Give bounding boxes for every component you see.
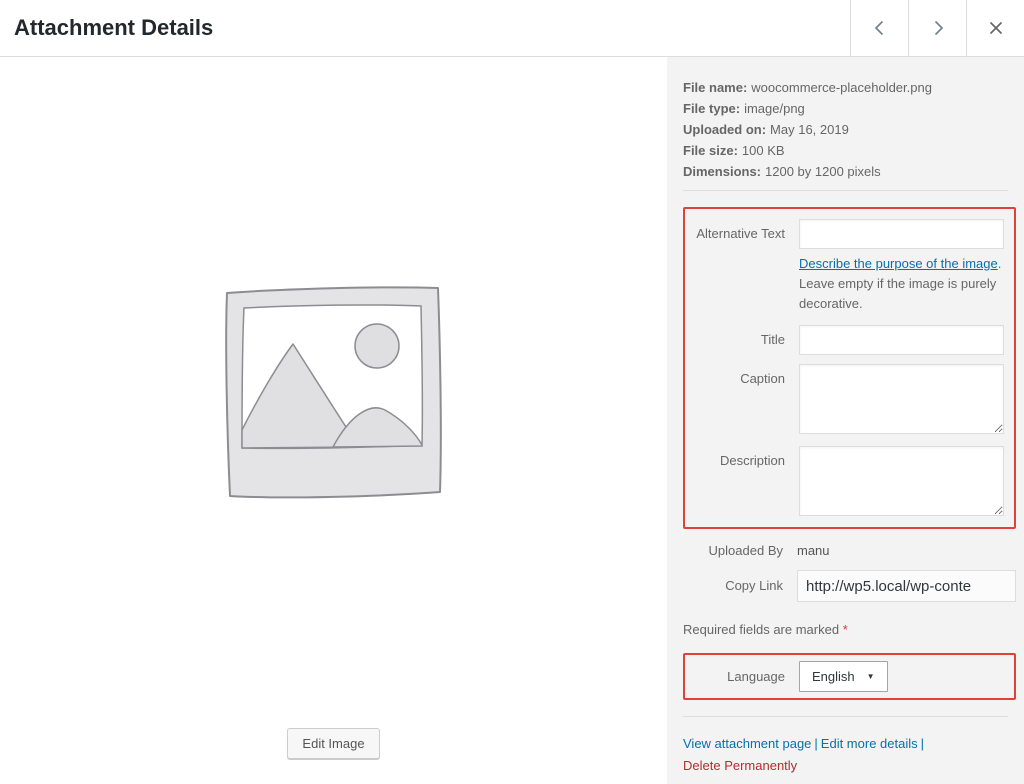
alt-text-help-link[interactable]: Describe the purpose of the image [799,256,998,271]
file-details: File name: woocommerce-placeholder.png Fi… [683,77,1016,182]
alt-text-label: Alternative Text [685,219,799,316]
link-separator: | [814,736,817,751]
title-label: Title [685,325,799,355]
attachment-action-links: View attachment page|Edit more details| … [683,733,1016,777]
file-type-label: File type: [683,101,740,116]
copy-link-input[interactable] [797,570,1016,602]
required-note-text: Required fields are marked [683,622,843,637]
modal-body: Edit Image File name: woocommerce-placeho… [0,57,1024,784]
description-row: Description [685,446,1004,519]
uploaded-on-value: May 16, 2019 [770,122,849,137]
chevron-left-icon [871,19,889,37]
copy-link-label: Copy Link [683,570,797,602]
edit-image-row: Edit Image [0,728,667,784]
file-size-row: File size: 100 KB [683,140,1016,161]
file-size-label: File size: [683,143,738,158]
previous-attachment-button[interactable] [850,0,908,56]
file-type-row: File type: image/png [683,98,1016,119]
image-preview-area [0,57,667,728]
file-size-value: 100 KB [742,143,785,158]
preview-pane: Edit Image [0,57,667,784]
next-attachment-button[interactable] [908,0,966,56]
copy-link-row: Copy Link [683,570,1016,602]
uploaded-on-label: Uploaded on: [683,122,766,137]
modal-header: Attachment Details [0,0,1024,57]
file-type-value: image/png [744,101,805,116]
view-attachment-page-link[interactable]: View attachment page [683,736,811,751]
uploaded-on-row: Uploaded on: May 16, 2019 [683,119,1016,140]
caption-label: Caption [685,364,799,437]
alt-text-row: Alternative Text Describe the purpose of… [685,219,1004,316]
chevron-right-icon [929,19,947,37]
link-separator: | [921,736,924,751]
required-fields-note: Required fields are marked * [683,622,1016,637]
description-label: Description [685,446,799,519]
footer-divider [683,716,1008,717]
header-nav [850,0,1024,56]
close-button[interactable] [966,0,1024,56]
edit-more-details-link[interactable]: Edit more details [821,736,918,751]
language-label: Language [685,661,799,692]
uploaded-by-label: Uploaded By [683,543,797,558]
attachment-placeholder-image [221,282,446,504]
alt-text-help: Describe the purpose of the image. Leave… [799,254,1004,314]
settings-annotation-box: Alternative Text Describe the purpose of… [683,207,1016,529]
file-name-row: File name: woocommerce-placeholder.png [683,77,1016,98]
dimensions-label: Dimensions: [683,164,761,179]
language-row: Language English ▼ [685,661,1004,692]
details-divider [683,190,1008,191]
file-name-value: woocommerce-placeholder.png [751,80,932,95]
language-selected-value: English [812,669,855,684]
attachment-details-modal: Attachment Details [0,0,1024,784]
caption-row: Caption [685,364,1004,437]
language-annotation-box: Language English ▼ [683,653,1016,700]
language-select[interactable]: English ▼ [799,661,888,692]
dimensions-row: Dimensions: 1200 by 1200 pixels [683,161,1016,182]
page-title: Attachment Details [0,0,850,56]
title-row: Title [685,325,1004,355]
edit-image-button[interactable]: Edit Image [287,728,379,759]
title-input[interactable] [799,325,1004,355]
file-name-label: File name: [683,80,747,95]
dimensions-value: 1200 by 1200 pixels [765,164,881,179]
chevron-down-icon: ▼ [867,673,875,681]
description-textarea[interactable] [799,446,1004,516]
close-icon [988,20,1004,36]
uploaded-by-row: Uploaded By manu [683,543,1016,558]
uploaded-by-value: manu [797,543,830,558]
caption-textarea[interactable] [799,364,1004,434]
required-asterisk: * [843,622,848,637]
attachment-info-sidebar: File name: woocommerce-placeholder.png Fi… [667,57,1024,784]
alt-text-input[interactable] [799,219,1004,249]
delete-permanently-link[interactable]: Delete Permanently [683,758,797,773]
